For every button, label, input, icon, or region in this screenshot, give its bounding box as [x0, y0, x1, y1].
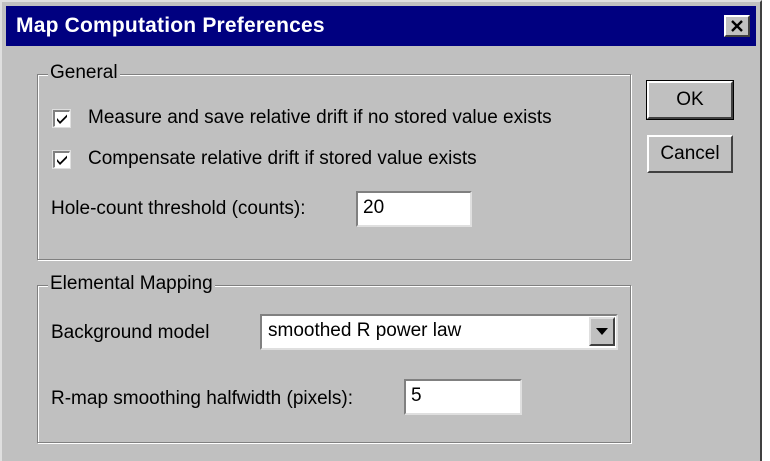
general-group-legend: General — [48, 62, 120, 84]
general-group: General Measure and save relative drift … — [37, 62, 631, 260]
checkmark-icon — [57, 114, 67, 124]
smoothing-label: R-map smoothing halfwidth (pixels): — [51, 388, 354, 409]
hole-count-label: Hole-count threshold (counts): — [51, 198, 306, 219]
background-model-value: smoothed R power law — [268, 320, 462, 341]
close-icon — [731, 20, 743, 32]
compensate-drift-row[interactable]: Compensate relative drift if stored valu… — [52, 148, 477, 170]
checkmark-icon — [57, 155, 67, 165]
cancel-button[interactable]: Cancel — [647, 135, 733, 173]
compensate-drift-label: Compensate relative drift if stored valu… — [88, 148, 477, 169]
compensate-drift-checkbox[interactable] — [52, 149, 71, 169]
title-bar[interactable]: Map Computation Preferences — [6, 6, 756, 46]
hole-count-input[interactable]: 20 — [356, 191, 472, 227]
background-model-select[interactable]: smoothed R power law — [260, 314, 618, 350]
preferences-dialog: Map Computation Preferences General Meas… — [0, 0, 762, 461]
dropdown-button[interactable] — [589, 317, 615, 346]
measure-drift-checkbox[interactable] — [52, 108, 71, 128]
measure-drift-row[interactable]: Measure and save relative drift if no st… — [52, 107, 552, 129]
dialog-title: Map Computation Preferences — [16, 14, 325, 37]
background-model-label: Background model — [51, 322, 210, 343]
elemental-mapping-group: Elemental Mapping Background model smoot… — [37, 273, 631, 443]
measure-drift-label: Measure and save relative drift if no st… — [88, 107, 552, 128]
smoothing-input[interactable]: 5 — [404, 379, 522, 415]
close-button[interactable] — [724, 15, 750, 37]
dropdown-arrow-icon — [596, 328, 608, 335]
elemental-mapping-legend: Elemental Mapping — [48, 273, 215, 295]
ok-button[interactable]: OK — [646, 80, 734, 120]
